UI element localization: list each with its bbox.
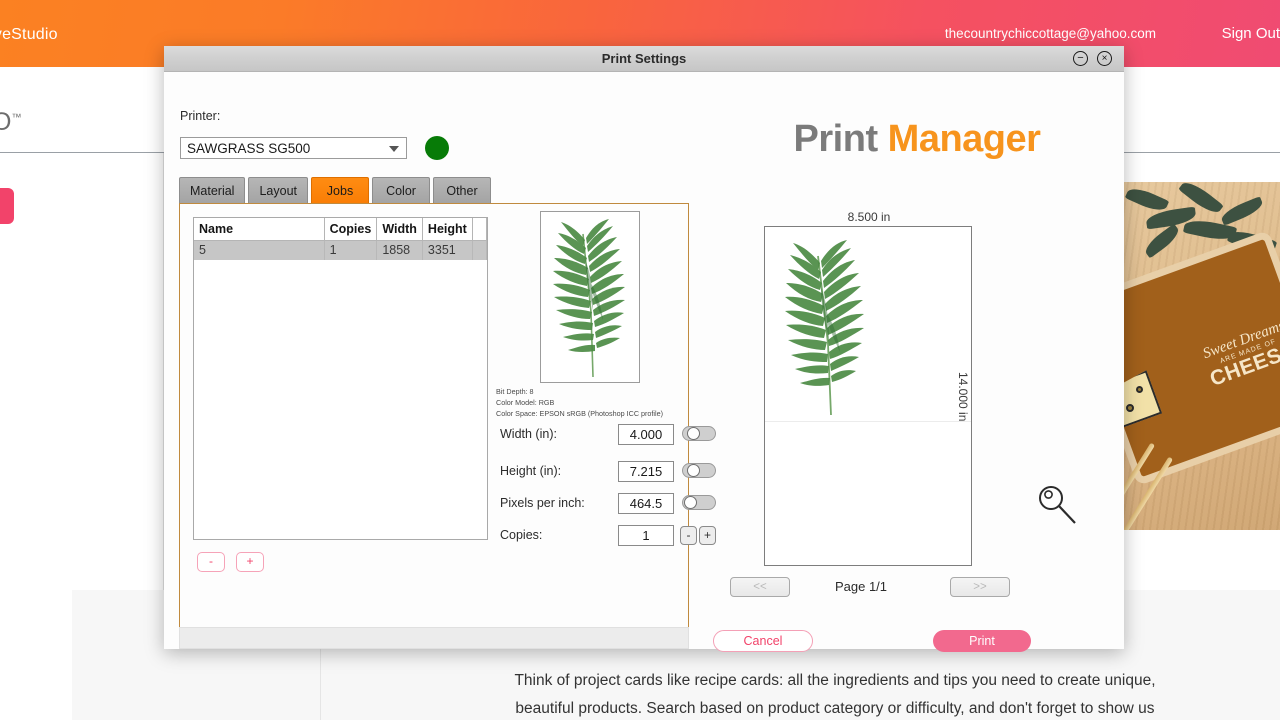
meta-color-space: Color Space: EPSON sRGB (Photoshop ICC p…: [496, 409, 663, 419]
tab-layout[interactable]: Layout: [248, 177, 308, 204]
cell-width: 1858: [376, 240, 423, 260]
account-email: thecountrychiccottage@yahoo.com: [944, 26, 1156, 41]
ppi-label: Pixels per inch:: [500, 496, 585, 510]
body-text-line-1: Think of project cards like recipe cards…: [514, 672, 1156, 689]
previous-page-button[interactable]: <<: [730, 577, 790, 597]
jobs-panel: Name Copies Width Height 5 1 1858 3351 -…: [179, 203, 716, 647]
settings-tabs: Material Layout Jobs Color Other: [179, 177, 491, 204]
background-logo: O™: [0, 108, 21, 137]
height-lock-toggle[interactable]: [682, 463, 716, 478]
cell-name: 5: [194, 240, 325, 260]
chevron-down-icon: [389, 146, 399, 152]
title-part-manager: Manager: [887, 118, 1041, 160]
copies-increment-button[interactable]: +: [699, 526, 716, 545]
tab-jobs[interactable]: Jobs: [311, 177, 369, 204]
table-header-row: Name Copies Width Height: [194, 218, 488, 241]
dialog-title: Print Settings: [601, 51, 687, 66]
printer-selected-value: SAWGRASS SG500: [187, 141, 311, 156]
palm-leaf-thumbnail-icon: [553, 219, 625, 378]
width-label: Width (in):: [500, 427, 557, 441]
printer-select[interactable]: SAWGRASS SG500: [180, 137, 407, 159]
brand-name: CreativeStudio: [0, 26, 58, 43]
job-thumbnail: [540, 211, 640, 383]
column-header-width: Width: [376, 218, 423, 241]
cell-extra: [472, 240, 488, 260]
job-list-actions: - +: [197, 552, 264, 572]
print-settings-dialog: Print Settings − × Printer: SAWGRASS SG5…: [164, 46, 1124, 652]
palm-leaf-preview-icon: [785, 240, 864, 416]
print-manager-title: Print Manager: [710, 118, 1124, 161]
background-product-photo: Sweet Dreams ARE MADE OF CHEESE: [1120, 182, 1280, 530]
next-page-button[interactable]: >>: [950, 577, 1010, 597]
meta-bit-depth: Bit Depth: 8: [496, 387, 534, 396]
column-header-extra: [472, 218, 488, 241]
cancel-button[interactable]: Cancel: [713, 630, 813, 652]
screen: Sweet Dreams ARE MADE OF CHEESE Think of…: [0, 0, 1280, 720]
height-label: Height (in):: [500, 464, 562, 478]
meta-color-model: Color Model: RGB: [496, 398, 555, 408]
tab-other[interactable]: Other: [433, 177, 491, 204]
page-indicator: Page 1/1: [834, 579, 888, 594]
dialog-body: Printer: SAWGRASS SG500 Material Layout …: [164, 72, 1124, 652]
copies-input[interactable]: 1: [618, 525, 674, 546]
ppi-lock-toggle[interactable]: [682, 495, 716, 510]
cell-height: 3351: [422, 240, 473, 260]
print-button[interactable]: Print: [933, 630, 1031, 652]
copies-label: Copies:: [500, 528, 543, 542]
body-text-line-2: beautiful products. Search based on prod…: [515, 700, 1155, 717]
column-header-name: Name: [194, 218, 325, 241]
dialog-titlebar[interactable]: Print Settings − ×: [164, 46, 1124, 72]
width-lock-toggle[interactable]: [682, 426, 716, 441]
image-metadata: Bit Depth: 8 Color Model: RGB Color Spac…: [496, 386, 663, 419]
minimize-icon[interactable]: −: [1073, 51, 1088, 66]
sign-out-link[interactable]: Sign Out: [1222, 25, 1280, 42]
printer-status-indicator: [425, 136, 449, 160]
job-list[interactable]: Name Copies Width Height 5 1 1858 3351: [193, 217, 488, 540]
tab-material[interactable]: Material: [179, 177, 246, 204]
magnifier-icon[interactable]: [1034, 482, 1080, 528]
close-icon[interactable]: ×: [1097, 51, 1112, 66]
preview-height-dimension: 14.000 in: [956, 372, 970, 422]
remove-job-button[interactable]: -: [197, 552, 225, 572]
width-input[interactable]: 4.000: [618, 424, 674, 445]
ppi-input[interactable]: 464.5: [618, 493, 674, 514]
copies-stepper: - +: [680, 526, 716, 545]
height-input[interactable]: 7.215: [618, 461, 674, 482]
cell-copies: 1: [324, 240, 378, 260]
page-preview[interactable]: [764, 226, 972, 566]
progress-bar: [179, 627, 689, 649]
add-job-button[interactable]: +: [236, 552, 264, 572]
logo-letter: O: [0, 108, 12, 136]
table-row[interactable]: 5 1 1858 3351: [194, 240, 488, 260]
title-part-print: Print: [793, 118, 879, 160]
column-header-height: Height: [422, 218, 473, 241]
printer-label: Printer:: [180, 109, 221, 123]
background-pink-button[interactable]: [0, 188, 14, 224]
page-navigation: << Page 1/1 >>: [710, 577, 1124, 599]
logo-trademark: ™: [11, 112, 22, 124]
tab-color[interactable]: Color: [372, 177, 430, 204]
preview-width-dimension: 8.500 in: [847, 210, 891, 224]
copies-decrement-button[interactable]: -: [680, 526, 697, 545]
column-header-copies: Copies: [324, 218, 378, 241]
